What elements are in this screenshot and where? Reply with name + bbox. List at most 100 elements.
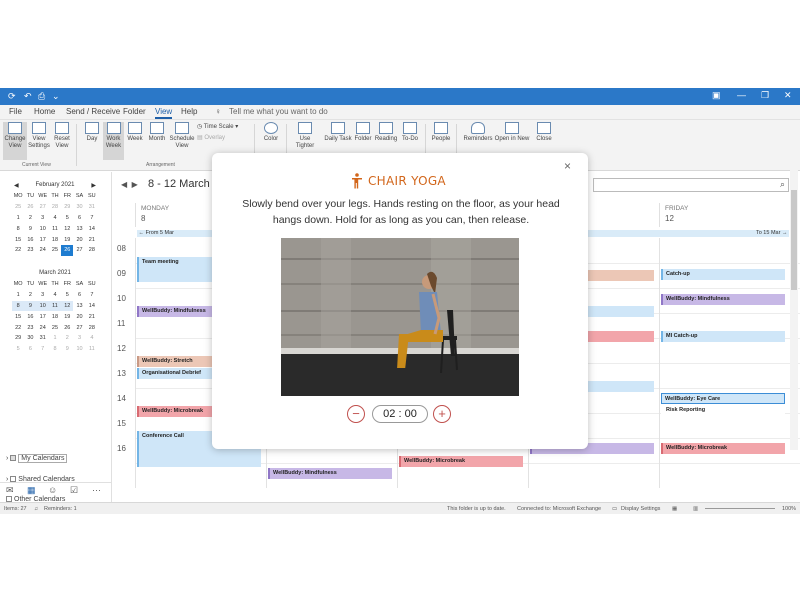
day-cell[interactable]: 7: [86, 290, 98, 301]
normal-view-icon[interactable]: ▦: [672, 506, 677, 512]
menu-send-receive[interactable]: Send / Receive: [66, 107, 120, 116]
day-cell[interactable]: 7: [86, 213, 98, 224]
day-cell[interactable]: 14: [86, 301, 98, 312]
day-cell[interactable]: 24: [37, 322, 49, 333]
day-view-button[interactable]: Day: [83, 122, 101, 143]
day-cell[interactable]: 4: [86, 333, 98, 344]
increase-time-button[interactable]: +: [433, 405, 451, 423]
day-cell[interactable]: 9: [24, 223, 36, 234]
day-cell[interactable]: 3: [37, 290, 49, 301]
day-cell[interactable]: 25: [12, 202, 24, 213]
reset-view-button[interactable]: Reset View: [52, 122, 72, 150]
checkbox[interactable]: [10, 455, 17, 461]
search-calendar-input[interactable]: ⌕: [593, 178, 789, 192]
day-cell[interactable]: 18: [49, 311, 61, 322]
time-scale-dropdown[interactable]: ◷ Time Scale ▾: [197, 124, 247, 131]
day-cell-selected[interactable]: 8: [12, 300, 25, 312]
day-cell[interactable]: 15: [12, 234, 24, 245]
customize-icon[interactable]: ⌄: [52, 91, 60, 102]
menu-home[interactable]: Home: [34, 107, 55, 116]
use-tighter-button[interactable]: Use Tighter: [290, 122, 320, 150]
minimize-icon[interactable]: —: [737, 90, 746, 100]
change-view-button[interactable]: Change View: [3, 122, 27, 160]
day-cell[interactable]: 2: [24, 213, 36, 224]
day-cell[interactable]: 11: [49, 223, 61, 234]
day-cell[interactable]: 16: [24, 234, 36, 245]
ribbon-display-icon[interactable]: ▣: [712, 90, 721, 101]
day-cell[interactable]: 20: [73, 234, 85, 245]
event-block[interactable]: WellBuddy: Mindfulness: [268, 468, 392, 479]
day-cell-selected[interactable]: 11: [48, 300, 62, 312]
day-cell[interactable]: 25: [49, 322, 61, 333]
day-cell[interactable]: 1: [12, 290, 24, 301]
decrease-time-button[interactable]: −: [347, 405, 365, 423]
event-block[interactable]: Catch-up: [661, 269, 785, 280]
day-cell[interactable]: 27: [37, 202, 49, 213]
day-cell[interactable]: 2: [61, 333, 73, 344]
restore-icon[interactable]: ❐: [761, 90, 769, 101]
close-icon[interactable]: ×: [564, 159, 571, 173]
color-button[interactable]: Color: [260, 122, 282, 143]
open-in-new-button[interactable]: Open in New: [494, 122, 530, 143]
event-block[interactable]: WellBuddy: Microbreak: [661, 443, 785, 454]
tell-me-input[interactable]: Tell me what you want to do: [229, 107, 328, 116]
menu-file[interactable]: File: [9, 107, 22, 116]
menu-view[interactable]: View: [155, 107, 173, 119]
day-cell[interactable]: 7: [37, 344, 49, 355]
menu-folder[interactable]: Folder: [123, 107, 146, 116]
day-cell[interactable]: 30: [24, 333, 36, 344]
day-cell[interactable]: 11: [86, 344, 98, 355]
day-cell[interactable]: 19: [61, 311, 73, 322]
day-cell[interactable]: 9: [61, 344, 73, 355]
day-cell[interactable]: 21: [86, 234, 98, 245]
close-window-icon[interactable]: ✕: [784, 90, 792, 101]
reading-view-icon[interactable]: ▥: [693, 506, 698, 512]
day-cell[interactable]: 23: [24, 245, 36, 256]
day-cell[interactable]: 22: [12, 322, 24, 333]
day-cell[interactable]: 25: [49, 245, 61, 256]
search-icon[interactable]: ⌕: [780, 179, 785, 190]
day-cell[interactable]: 10: [73, 344, 85, 355]
next-month-icon[interactable]: ▶: [91, 182, 96, 189]
day-cell[interactable]: 28: [86, 322, 98, 333]
day-header-friday[interactable]: FRIDAY 12: [659, 203, 790, 227]
day-cell[interactable]: 28: [86, 245, 98, 256]
day-cell[interactable]: 24: [37, 245, 49, 256]
day-cell[interactable]: 13: [73, 223, 85, 234]
undo-icon[interactable]: ↶: [24, 91, 32, 102]
day-cell[interactable]: 5: [61, 290, 73, 301]
day-cell[interactable]: 28: [49, 202, 61, 213]
sync-icon[interactable]: ⟳: [8, 91, 16, 102]
day-cell[interactable]: 17: [37, 234, 49, 245]
zoom-slider[interactable]: [705, 508, 775, 509]
day-cell[interactable]: 5: [61, 213, 73, 224]
day-cell[interactable]: 15: [12, 311, 24, 322]
day-cell[interactable]: 31: [37, 333, 49, 344]
print-icon[interactable]: ⎙: [38, 91, 45, 102]
day-cell[interactable]: 14: [86, 223, 98, 234]
day-cell[interactable]: 1: [12, 213, 24, 224]
calendar-icon[interactable]: ▦: [27, 485, 36, 496]
day-cell-selected[interactable]: 10: [36, 300, 49, 312]
more-icon[interactable]: ···: [92, 485, 101, 495]
day-cell[interactable]: 31: [86, 202, 98, 213]
day-cell[interactable]: 20: [73, 311, 85, 322]
day-cell[interactable]: 17: [37, 311, 49, 322]
day-cell[interactable]: 2: [24, 290, 36, 301]
view-settings-button[interactable]: View Settings: [28, 122, 50, 150]
reminders-button[interactable]: Reminders: [462, 122, 494, 143]
vertical-scrollbar[interactable]: [790, 150, 798, 450]
prev-month-icon[interactable]: ◀: [14, 182, 19, 189]
day-cell[interactable]: 6: [73, 213, 85, 224]
day-cell[interactable]: 1: [49, 333, 61, 344]
day-cell[interactable]: 3: [73, 333, 85, 344]
day-cell[interactable]: 12: [61, 223, 73, 234]
event-block[interactable]: MI Catch-up: [661, 331, 785, 342]
tasks-icon[interactable]: ☑: [70, 485, 78, 496]
reminders-count[interactable]: Reminders: 1: [44, 506, 77, 512]
day-cell[interactable]: 27: [73, 322, 85, 333]
overlay-button[interactable]: ▤ Overlay: [197, 135, 247, 142]
mail-icon[interactable]: ✉: [6, 485, 14, 496]
day-cell[interactable]: 3: [37, 213, 49, 224]
next-week-icon[interactable]: ▶: [132, 180, 138, 189]
